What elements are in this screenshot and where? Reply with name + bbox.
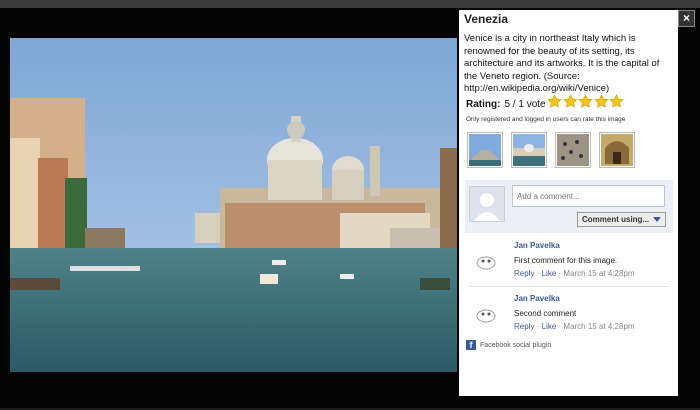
close-icon: × <box>682 11 690 25</box>
thumbnail-strip <box>467 132 643 168</box>
facebook-icon: f <box>466 340 476 350</box>
comment-meta: Reply · Like · March 15 at 4:28pm <box>514 322 635 331</box>
star-icon[interactable] <box>609 94 624 109</box>
comment-composer: Comment using... <box>465 180 673 233</box>
meta-separator: · <box>536 269 540 278</box>
close-button[interactable]: × <box>678 10 695 27</box>
comment-divider <box>469 286 669 287</box>
rating-value: 5 / 1 vote <box>504 98 546 110</box>
comment-input[interactable] <box>512 185 665 207</box>
image-title: Venezia <box>464 12 509 26</box>
comment-time: · March 15 at 4:28pm <box>558 322 635 331</box>
star-icon[interactable] <box>547 94 562 109</box>
chevron-down-icon <box>653 217 661 222</box>
facebook-plugin-footer[interactable]: f Facebook social plugin <box>466 340 551 350</box>
comment-meta: Reply · Like · March 15 at 4:28pm <box>514 269 635 278</box>
main-photo[interactable] <box>10 38 457 372</box>
like-link[interactable]: Like <box>542 269 557 278</box>
star-icon[interactable] <box>578 94 593 109</box>
thumbnail-1[interactable] <box>467 132 503 168</box>
comment-using-button[interactable]: Comment using... <box>577 212 666 227</box>
info-panel: Venezia Venice is a city in northeast It… <box>459 10 678 396</box>
star-rating[interactable] <box>547 94 625 109</box>
thumbnail-4[interactable] <box>599 132 635 168</box>
star-icon[interactable] <box>562 94 578 109</box>
plugin-label: Facebook social plugin <box>480 341 552 349</box>
rating-summary: Rating: 5 / 1 vote <box>466 96 546 112</box>
comment-author[interactable]: Jan Pavelka <box>514 241 560 250</box>
commenter-avatar-icon <box>476 256 496 270</box>
user-avatar <box>469 186 505 222</box>
star-icon[interactable] <box>593 94 609 109</box>
comment-text: First comment for this image. <box>514 256 618 265</box>
comment-time: · March 15 at 4:28pm <box>558 269 635 278</box>
meta-separator: · <box>536 322 540 331</box>
rating-note: Only registered and logged in users can … <box>466 116 626 123</box>
comment-author[interactable]: Jan Pavelka <box>514 294 560 303</box>
reply-link[interactable]: Reply <box>514 322 534 331</box>
commenter-avatar-icon <box>476 309 496 323</box>
like-link[interactable]: Like <box>542 322 557 331</box>
reply-link[interactable]: Reply <box>514 269 534 278</box>
thumbnail-2[interactable] <box>511 132 547 168</box>
comment-using-label: Comment using... <box>582 215 650 224</box>
image-description: Venice is a city in northeast Italy whic… <box>464 33 660 94</box>
comment-text: Second comment <box>514 309 577 318</box>
thumbnail-3[interactable] <box>555 132 591 168</box>
rating-label: Rating: <box>466 98 501 110</box>
